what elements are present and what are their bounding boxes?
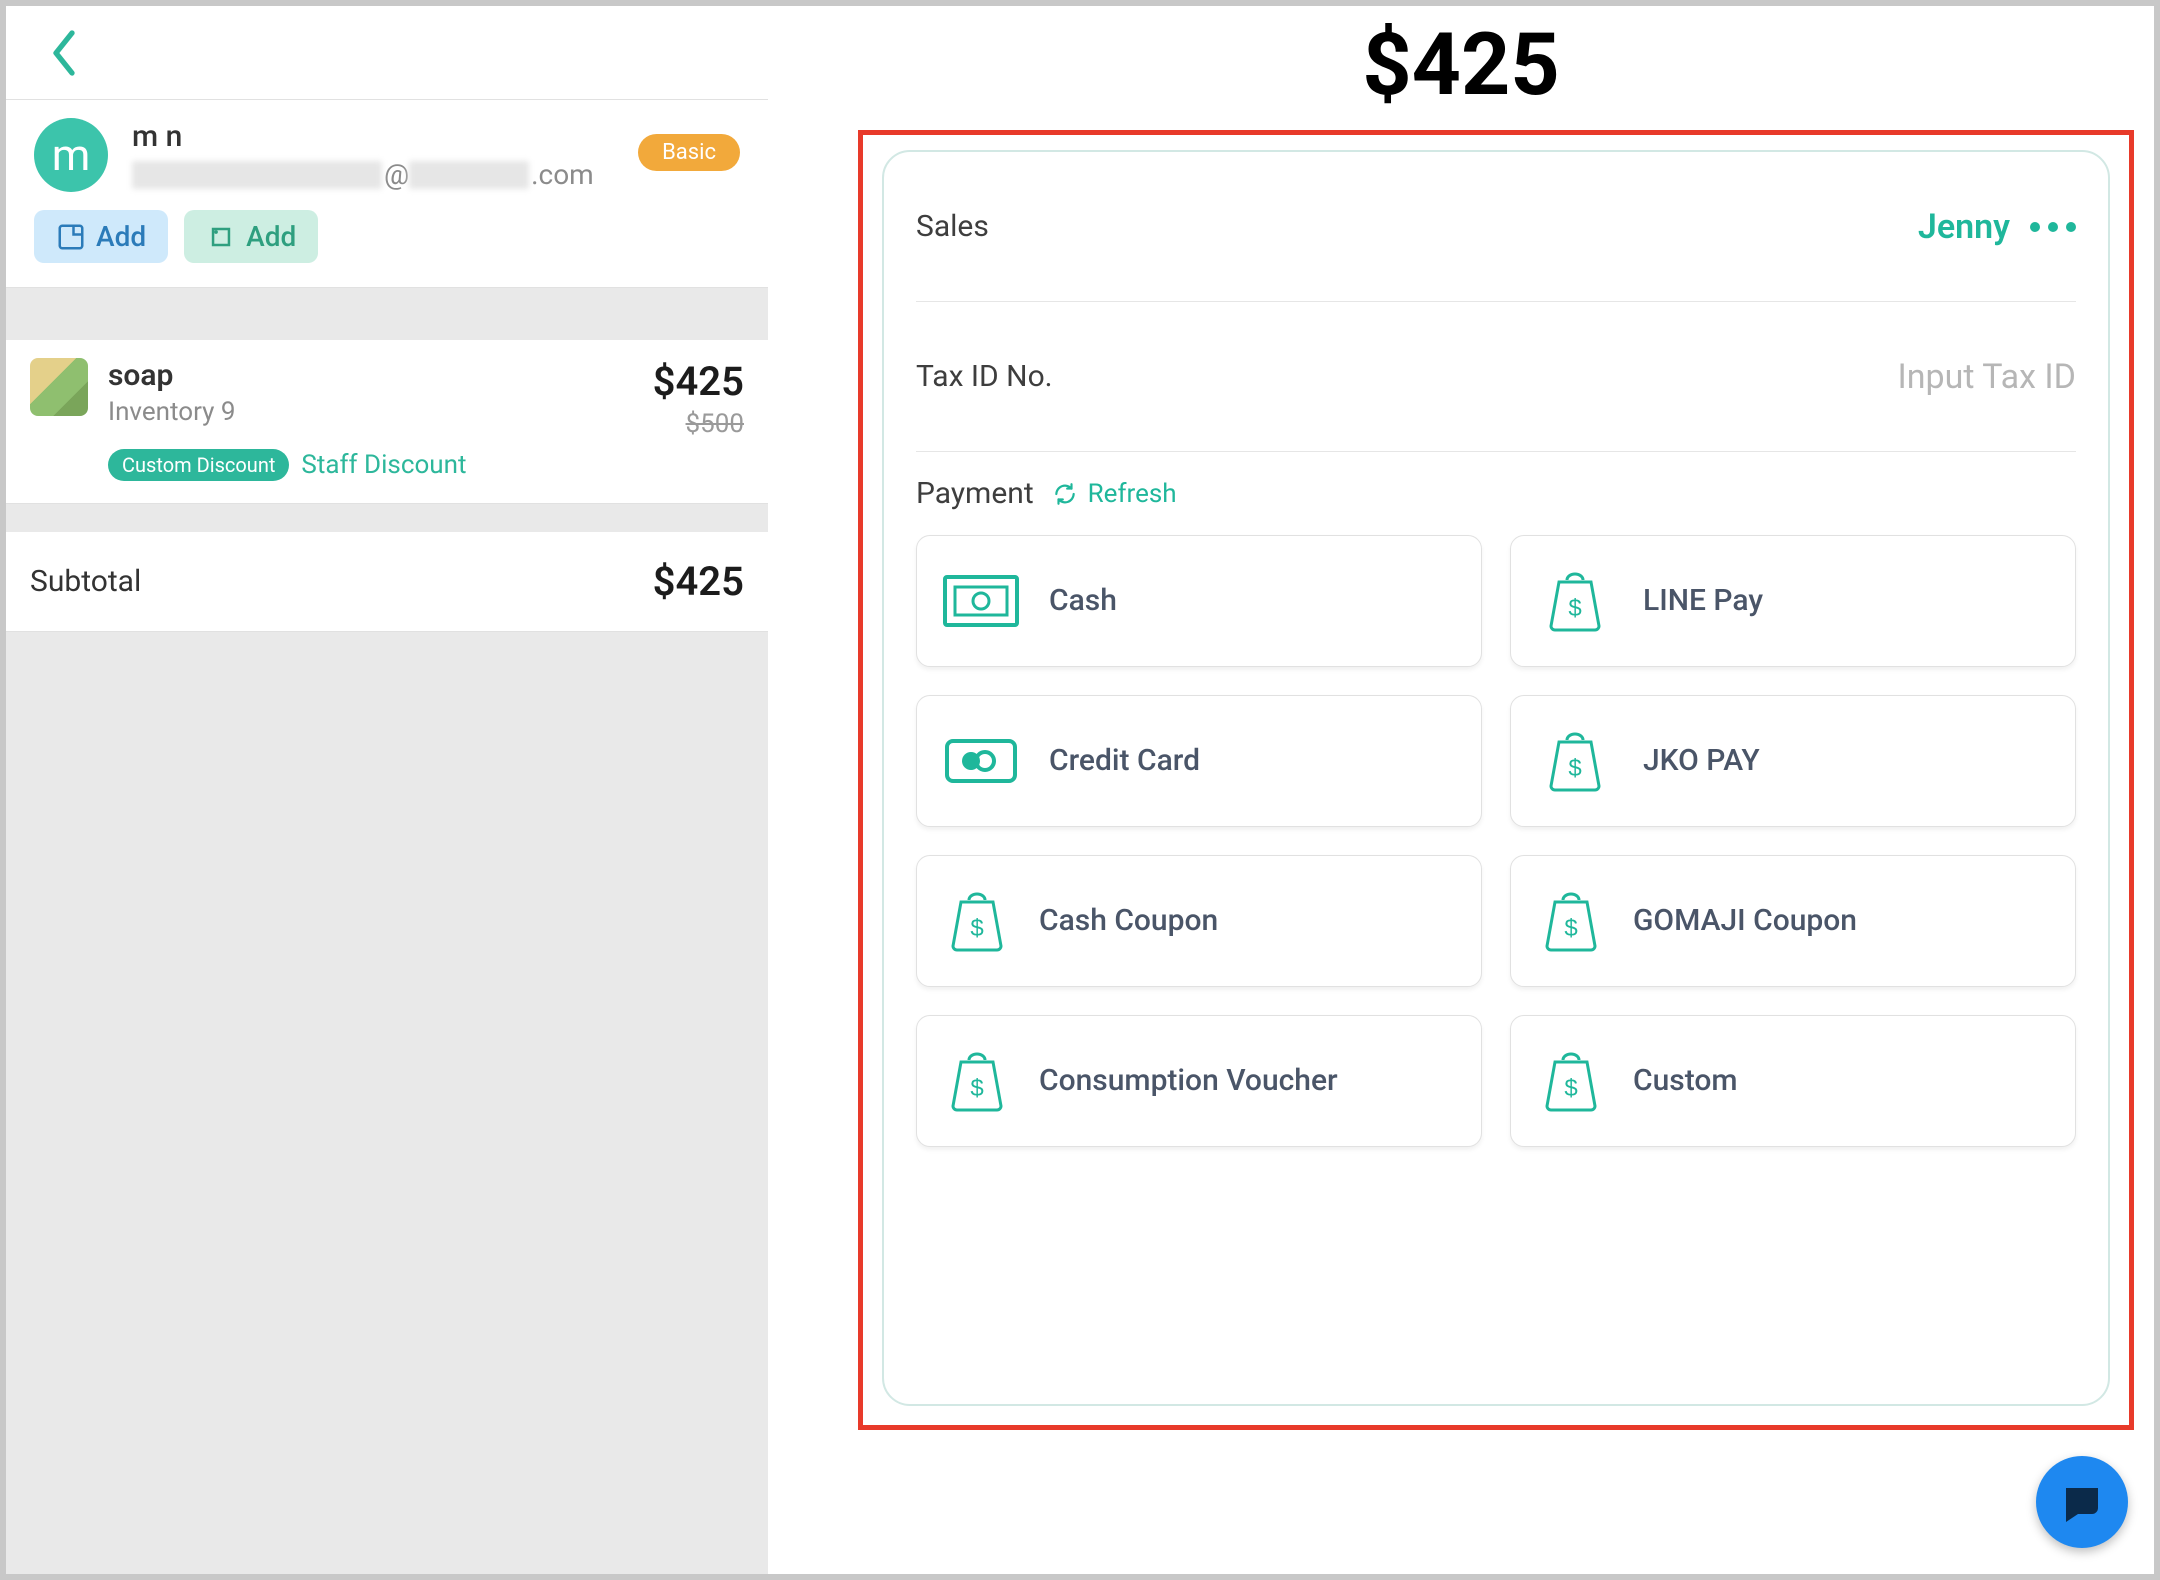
customer-card: m m n @ .com Basic A	[6, 100, 768, 287]
checkout-card: Sales Jenny Tax ID No. Input Tax ID Paym…	[882, 150, 2110, 1406]
customer-email: @ .com	[132, 158, 594, 191]
bag-icon: $	[1531, 881, 1611, 961]
item-name: soap	[108, 358, 653, 393]
add-note-button[interactable]: Add	[34, 210, 168, 263]
add-note-label: Add	[96, 220, 146, 253]
bag-icon: $	[937, 1041, 1017, 1121]
subtotal-label: Subtotal	[30, 564, 141, 599]
payment-method-label: Cash Coupon	[1039, 903, 1218, 939]
tax-id-input[interactable]: Input Tax ID	[1897, 357, 2076, 397]
payment-method-label: Credit Card	[1049, 743, 1200, 779]
tax-id-label: Tax ID No.	[916, 359, 1053, 394]
svg-text:$: $	[1568, 755, 1581, 782]
sales-label: Sales	[916, 209, 989, 244]
svg-text:$: $	[970, 915, 983, 942]
svg-text:$: $	[1564, 915, 1577, 942]
svg-text:$: $	[1564, 1075, 1577, 1102]
svg-text:$: $	[1568, 595, 1581, 622]
payment-method-label: GOMAJI Coupon	[1633, 903, 1857, 939]
bag-icon: $	[1535, 561, 1615, 641]
payment-method-label: Custom	[1633, 1063, 1738, 1099]
payment-method-label: LINE Pay	[1643, 583, 1763, 619]
card-icon	[941, 721, 1021, 801]
bag-icon: $	[937, 881, 1017, 961]
customer-name: m n	[132, 119, 594, 154]
salesperson-selector[interactable]: Jenny	[1918, 207, 2076, 247]
bag-icon: $	[1531, 1041, 1611, 1121]
order-panel: m m n @ .com Basic A	[6, 6, 768, 1574]
checkout-panel: $425 Sales Jenny Tax ID No. Input Tax ID…	[768, 6, 2154, 1574]
total-amount: $425	[768, 14, 2154, 115]
salesperson-name: Jenny	[1918, 207, 2010, 247]
payment-method-custom[interactable]: $ Custom	[1510, 1015, 2076, 1147]
discount-badge: Custom Discount	[108, 449, 289, 481]
payment-method-label: Consumption Voucher	[1039, 1063, 1338, 1099]
subtotal-row: Subtotal $425	[6, 532, 768, 632]
bag-icon: $	[1535, 721, 1615, 801]
payment-method-cash-coupon[interactable]: $ Cash Coupon	[916, 855, 1482, 987]
more-icon[interactable]	[2030, 222, 2076, 232]
cash-icon	[941, 561, 1021, 641]
payment-method-gomaji-coupon[interactable]: $ GOMAJI Coupon	[1510, 855, 2076, 987]
item-original-price: $500	[653, 409, 744, 439]
svg-text:$: $	[970, 1075, 983, 1102]
payment-method-jko-pay[interactable]: $ JKO PAY	[1510, 695, 2076, 827]
payment-method-cash[interactable]: Cash	[916, 535, 1482, 667]
chat-support-button[interactable]	[2036, 1456, 2128, 1548]
cart-item[interactable]: soap Inventory 9 $425 $500 Custom Discou…	[6, 340, 768, 504]
refresh-button[interactable]: Refresh	[1052, 479, 1177, 509]
payment-method-line-pay[interactable]: $ LINE Pay	[1510, 535, 2076, 667]
payment-label: Payment	[916, 476, 1034, 511]
payment-method-label: Cash	[1049, 583, 1117, 619]
payment-method-label: JKO PAY	[1643, 743, 1760, 779]
avatar: m	[34, 118, 108, 192]
item-price: $425	[653, 358, 744, 405]
discount-name: Staff Discount	[301, 450, 466, 480]
payment-method-consumption-voucher[interactable]: $ Consumption Voucher	[916, 1015, 1482, 1147]
refresh-label: Refresh	[1088, 479, 1177, 509]
payment-method-credit-card[interactable]: Credit Card	[916, 695, 1482, 827]
add-tag-button[interactable]: Add	[184, 210, 318, 263]
item-inventory: Inventory 9	[108, 397, 653, 427]
membership-badge: Basic	[638, 134, 740, 171]
subtotal-amount: $425	[653, 558, 744, 605]
back-icon[interactable]	[48, 29, 80, 77]
item-thumbnail	[30, 358, 88, 416]
add-tag-label: Add	[246, 220, 296, 253]
